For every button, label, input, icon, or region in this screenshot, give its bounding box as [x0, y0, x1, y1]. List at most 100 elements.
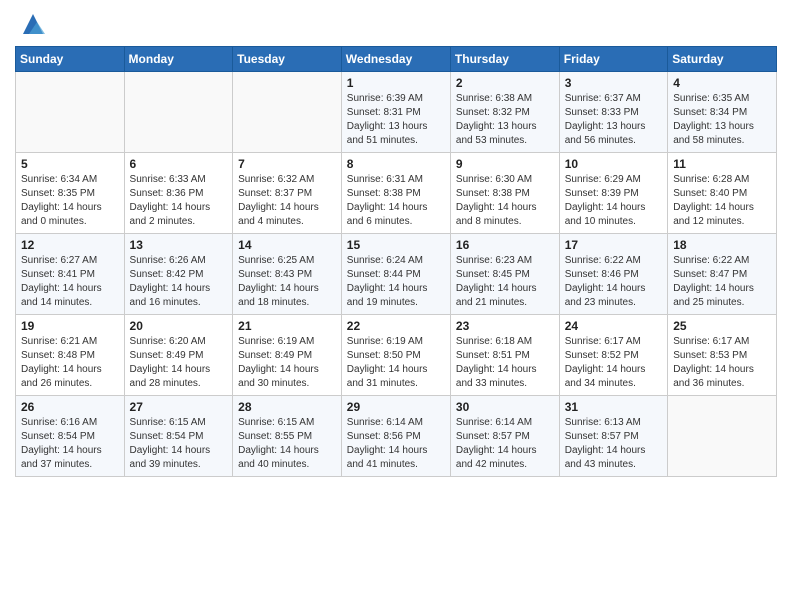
- cell-date-number: 22: [347, 319, 445, 333]
- cell-date-number: 25: [673, 319, 771, 333]
- cell-info-text: Sunrise: 6:37 AM Sunset: 8:33 PM Dayligh…: [565, 92, 662, 148]
- calendar-cell: 24 Sunrise: 6:17 AM Sunset: 8:52 PM Dayli…: [559, 315, 667, 396]
- cell-date-number: 24: [565, 319, 662, 333]
- calendar-week-1: 1 Sunrise: 6:39 AM Sunset: 8:31 PM Daylig…: [16, 72, 777, 153]
- calendar-cell: [124, 72, 233, 153]
- cell-info-text: Sunrise: 6:14 AM Sunset: 8:57 PM Dayligh…: [456, 416, 554, 472]
- calendar-cell: 31 Sunrise: 6:13 AM Sunset: 8:57 PM Dayli…: [559, 396, 667, 477]
- calendar-cell: 17Sunrise: 6:22 AM Sunset: 8:46 PM Dayli…: [559, 234, 667, 315]
- cell-info-text: Sunrise: 6:29 AM Sunset: 8:39 PM Dayligh…: [565, 173, 662, 229]
- cell-info-text: Sunrise: 6:22 AM Sunset: 8:46 PM Dayligh…: [565, 254, 662, 310]
- calendar-cell: 2 Sunrise: 6:38 AM Sunset: 8:32 PM Daylig…: [450, 72, 559, 153]
- cell-info-text: Sunrise: 6:38 AM Sunset: 8:32 PM Dayligh…: [456, 92, 554, 148]
- cell-date-number: 3: [565, 76, 662, 90]
- page-header: [15, 10, 777, 38]
- calendar-cell: 1 Sunrise: 6:39 AM Sunset: 8:31 PM Daylig…: [341, 72, 450, 153]
- logo-icon: [19, 10, 47, 38]
- cell-info-text: Sunrise: 6:13 AM Sunset: 8:57 PM Dayligh…: [565, 416, 662, 472]
- cell-info-text: Sunrise: 6:17 AM Sunset: 8:53 PM Dayligh…: [673, 335, 771, 391]
- cell-date-number: 8: [347, 157, 445, 171]
- cell-date-number: 13: [130, 238, 228, 252]
- cell-date-number: 21: [238, 319, 336, 333]
- cell-date-number: 9: [456, 157, 554, 171]
- cell-info-text: Sunrise: 6:19 AM Sunset: 8:49 PM Dayligh…: [238, 335, 336, 391]
- calendar-cell: 16 Sunrise: 6:23 AM Sunset: 8:45 PM Dayli…: [450, 234, 559, 315]
- cell-info-text: Sunrise: 6:14 AM Sunset: 8:56 PM Dayligh…: [347, 416, 445, 472]
- cell-info-text: Sunrise: 6:31 AM Sunset: 8:38 PM Dayligh…: [347, 173, 445, 229]
- cell-info-text: Sunrise: 6:19 AM Sunset: 8:50 PM Dayligh…: [347, 335, 445, 391]
- calendar-cell: 9Sunrise: 6:30 AM Sunset: 8:38 PM Daylig…: [450, 153, 559, 234]
- cell-date-number: 30: [456, 400, 554, 414]
- calendar-cell: 19 Sunrise: 6:21 AM Sunset: 8:48 PM Dayli…: [16, 315, 125, 396]
- cell-date-number: 2: [456, 76, 554, 90]
- cell-date-number: 14: [238, 238, 336, 252]
- cell-date-number: 23: [456, 319, 554, 333]
- cell-date-number: 11: [673, 157, 771, 171]
- cell-info-text: Sunrise: 6:16 AM Sunset: 8:54 PM Dayligh…: [21, 416, 119, 472]
- day-header-monday: Monday: [124, 47, 233, 72]
- cell-date-number: 5: [21, 157, 119, 171]
- logo: [15, 10, 47, 38]
- calendar-cell: [233, 72, 342, 153]
- cell-info-text: Sunrise: 6:24 AM Sunset: 8:44 PM Dayligh…: [347, 254, 445, 310]
- day-header-friday: Friday: [559, 47, 667, 72]
- cell-date-number: 4: [673, 76, 771, 90]
- calendar-cell: 21 Sunrise: 6:19 AM Sunset: 8:49 PM Dayli…: [233, 315, 342, 396]
- cell-info-text: Sunrise: 6:23 AM Sunset: 8:45 PM Dayligh…: [456, 254, 554, 310]
- cell-info-text: Sunrise: 6:39 AM Sunset: 8:31 PM Dayligh…: [347, 92, 445, 148]
- cell-date-number: 6: [130, 157, 228, 171]
- cell-info-text: Sunrise: 6:25 AM Sunset: 8:43 PM Dayligh…: [238, 254, 336, 310]
- cell-info-text: Sunrise: 6:35 AM Sunset: 8:34 PM Dayligh…: [673, 92, 771, 148]
- cell-date-number: 7: [238, 157, 336, 171]
- cell-info-text: Sunrise: 6:26 AM Sunset: 8:42 PM Dayligh…: [130, 254, 228, 310]
- calendar-cell: [668, 396, 777, 477]
- calendar-cell: 3 Sunrise: 6:37 AM Sunset: 8:33 PM Daylig…: [559, 72, 667, 153]
- cell-date-number: 31: [565, 400, 662, 414]
- calendar-header-row: SundayMondayTuesdayWednesdayThursdayFrid…: [16, 47, 777, 72]
- cell-date-number: 29: [347, 400, 445, 414]
- calendar-cell: 12 Sunrise: 6:27 AM Sunset: 8:41 PM Dayli…: [16, 234, 125, 315]
- calendar-cell: 20Sunrise: 6:20 AM Sunset: 8:49 PM Dayli…: [124, 315, 233, 396]
- cell-date-number: 1: [347, 76, 445, 90]
- calendar-week-5: 26 Sunrise: 6:16 AM Sunset: 8:54 PM Dayli…: [16, 396, 777, 477]
- cell-info-text: Sunrise: 6:15 AM Sunset: 8:54 PM Dayligh…: [130, 416, 228, 472]
- calendar-table: SundayMondayTuesdayWednesdayThursdayFrid…: [15, 46, 777, 477]
- cell-date-number: 12: [21, 238, 119, 252]
- calendar-cell: 27 Sunrise: 6:15 AM Sunset: 8:54 PM Dayli…: [124, 396, 233, 477]
- calendar-week-2: 5 Sunrise: 6:34 AM Sunset: 8:35 PM Daylig…: [16, 153, 777, 234]
- day-header-sunday: Sunday: [16, 47, 125, 72]
- cell-date-number: 27: [130, 400, 228, 414]
- cell-info-text: Sunrise: 6:18 AM Sunset: 8:51 PM Dayligh…: [456, 335, 554, 391]
- calendar-cell: 28 Sunrise: 6:15 AM Sunset: 8:55 PM Dayli…: [233, 396, 342, 477]
- calendar-cell: 23 Sunrise: 6:18 AM Sunset: 8:51 PM Dayli…: [450, 315, 559, 396]
- day-header-saturday: Saturday: [668, 47, 777, 72]
- calendar-cell: [16, 72, 125, 153]
- calendar-cell: 26 Sunrise: 6:16 AM Sunset: 8:54 PM Dayli…: [16, 396, 125, 477]
- cell-date-number: 18: [673, 238, 771, 252]
- calendar-cell: 7Sunrise: 6:32 AM Sunset: 8:37 PM Daylig…: [233, 153, 342, 234]
- calendar-cell: 4 Sunrise: 6:35 AM Sunset: 8:34 PM Daylig…: [668, 72, 777, 153]
- cell-date-number: 19: [21, 319, 119, 333]
- day-header-tuesday: Tuesday: [233, 47, 342, 72]
- cell-date-number: 28: [238, 400, 336, 414]
- cell-info-text: Sunrise: 6:34 AM Sunset: 8:35 PM Dayligh…: [21, 173, 119, 229]
- cell-info-text: Sunrise: 6:17 AM Sunset: 8:52 PM Dayligh…: [565, 335, 662, 391]
- calendar-cell: 6Sunrise: 6:33 AM Sunset: 8:36 PM Daylig…: [124, 153, 233, 234]
- cell-info-text: Sunrise: 6:28 AM Sunset: 8:40 PM Dayligh…: [673, 173, 771, 229]
- cell-date-number: 26: [21, 400, 119, 414]
- calendar-cell: 25 Sunrise: 6:17 AM Sunset: 8:53 PM Dayli…: [668, 315, 777, 396]
- cell-info-text: Sunrise: 6:27 AM Sunset: 8:41 PM Dayligh…: [21, 254, 119, 310]
- calendar-cell: 13 Sunrise: 6:26 AM Sunset: 8:42 PM Dayli…: [124, 234, 233, 315]
- calendar-cell: 29 Sunrise: 6:14 AM Sunset: 8:56 PM Dayli…: [341, 396, 450, 477]
- cell-date-number: 15: [347, 238, 445, 252]
- cell-date-number: 20: [130, 319, 228, 333]
- cell-date-number: 16: [456, 238, 554, 252]
- cell-date-number: 10: [565, 157, 662, 171]
- cell-info-text: Sunrise: 6:15 AM Sunset: 8:55 PM Dayligh…: [238, 416, 336, 472]
- day-header-thursday: Thursday: [450, 47, 559, 72]
- calendar-cell: 14 Sunrise: 6:25 AM Sunset: 8:43 PM Dayli…: [233, 234, 342, 315]
- cell-info-text: Sunrise: 6:21 AM Sunset: 8:48 PM Dayligh…: [21, 335, 119, 391]
- calendar-cell: 15 Sunrise: 6:24 AM Sunset: 8:44 PM Dayli…: [341, 234, 450, 315]
- calendar-cell: 10 Sunrise: 6:29 AM Sunset: 8:39 PM Dayli…: [559, 153, 667, 234]
- calendar-cell: 30 Sunrise: 6:14 AM Sunset: 8:57 PM Dayli…: [450, 396, 559, 477]
